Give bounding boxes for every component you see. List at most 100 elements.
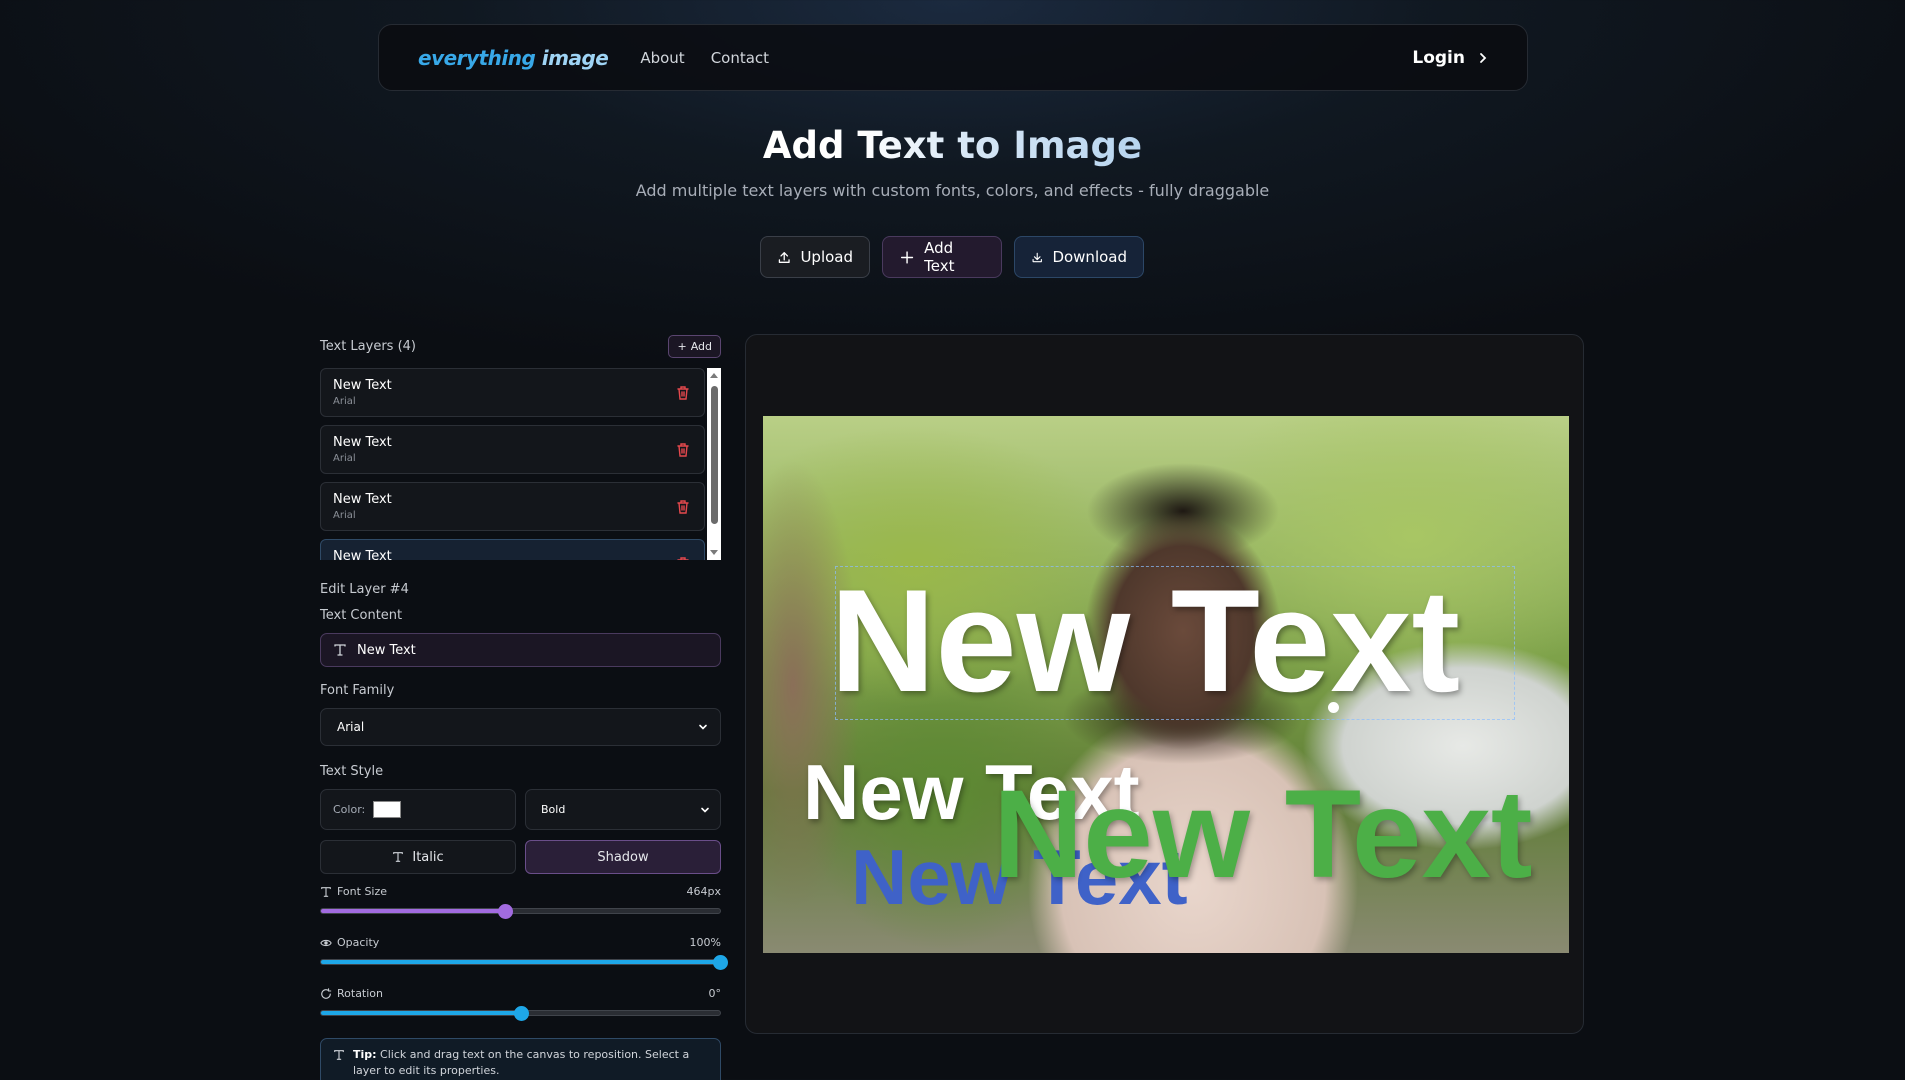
italic-toggle[interactable]: Italic (320, 840, 516, 874)
editor-panel: Text Layers (4) + Add New Text Arial New… (320, 334, 728, 1080)
add-layer-label: Add (690, 339, 712, 353)
tip-text: Tip: Click and drag text on the canvas t… (353, 1047, 708, 1079)
rotate-icon (321, 987, 332, 999)
login-button[interactable]: Login (1412, 48, 1489, 68)
chevron-down-icon (701, 807, 709, 813)
chevron-down-icon (699, 724, 707, 730)
trash-icon[interactable] (676, 556, 690, 560)
nav-link-about[interactable]: About (640, 49, 684, 67)
trash-icon[interactable] (676, 499, 690, 515)
plus-icon: + (677, 339, 687, 353)
eye-icon (320, 939, 332, 946)
page-subtitle: Add multiple text layers with custom fon… (635, 181, 1270, 200)
layers-scrollbar[interactable] (707, 368, 721, 560)
layer-item-3[interactable]: New Text Arial (320, 482, 705, 531)
layer-name: New Text (333, 492, 392, 507)
download-icon (1032, 252, 1042, 262)
opacity-value: 100% (689, 936, 721, 949)
rotation-label: Rotation (337, 987, 384, 1000)
tip-bold: Tip: (353, 1048, 377, 1061)
opacity-slider[interactable] (320, 955, 728, 970)
edit-layer-title: Edit Layer #4 (320, 582, 409, 597)
canvas-area: New Text New Text New Text New Text (745, 334, 1584, 1034)
text-icon (334, 1050, 344, 1060)
opacity-header: Opacity 100% (320, 936, 721, 949)
layer-font: Arial (333, 453, 356, 464)
font-size-thumb[interactable] (497, 904, 513, 919)
layer-name: New Text (333, 378, 392, 393)
text-size-icon (321, 886, 331, 897)
text-content-label: Text Content (320, 608, 403, 623)
opacity-label: Opacity (337, 936, 380, 949)
scroll-thumb[interactable] (711, 386, 718, 524)
trash-icon[interactable] (676, 442, 690, 458)
shadow-label: Shadow (597, 849, 649, 865)
layer-item-2[interactable]: New Text Arial (320, 425, 705, 474)
logo-part-2: image (541, 45, 609, 70)
rotation-slider[interactable] (320, 1006, 721, 1021)
scroll-down-icon[interactable] (710, 550, 718, 555)
text-style-label: Text Style (320, 764, 384, 779)
tip-body: Click and drag text on the canvas to rep… (353, 1048, 690, 1077)
rotation-fill (321, 1011, 521, 1015)
opacity-thumb[interactable] (713, 955, 728, 970)
upload-label: Upload (800, 248, 853, 266)
font-weight-select[interactable]: Bold (525, 789, 721, 830)
action-bar: Upload Add Text Download (760, 236, 1144, 278)
plus-icon (900, 250, 914, 264)
layer-name: New Text (333, 435, 392, 450)
rotate-handle[interactable] (1328, 702, 1339, 713)
download-label: Download (1052, 248, 1127, 266)
font-family-label: Font Family (320, 683, 395, 698)
font-size-fill (321, 909, 505, 913)
selection-box (835, 566, 1515, 720)
upload-button[interactable]: Upload (760, 236, 870, 278)
rotation-header: Rotation 0° (320, 987, 721, 1000)
font-size-label: Font Size (337, 885, 388, 898)
text-content-input[interactable]: New Text (320, 633, 721, 667)
font-size-value: 464px (686, 885, 722, 898)
italic-label: Italic (412, 849, 444, 865)
nav-link-contact[interactable]: Contact (711, 49, 769, 67)
page-title-part-1: Add (762, 124, 858, 167)
layer-font: Arial (333, 510, 356, 521)
download-button[interactable]: Download (1014, 236, 1144, 278)
font-size-header: Font Size 464px (320, 885, 721, 898)
color-label: Color: (333, 803, 366, 816)
layer-name: New Text (333, 549, 392, 560)
image-canvas[interactable]: New Text New Text New Text New Text (763, 416, 1569, 953)
text-icon (334, 644, 346, 656)
trash-icon[interactable] (676, 385, 690, 401)
layer-item-4[interactable]: New Text Arial (320, 539, 705, 560)
layers-list[interactable]: New Text Arial New Text Arial New Text A… (320, 368, 721, 560)
shadow-toggle[interactable]: Shadow (525, 840, 721, 874)
font-family-select[interactable]: Arial (320, 708, 721, 746)
add-text-label: Add Text (924, 239, 955, 275)
layer-item-1[interactable]: New Text Arial (320, 368, 705, 417)
add-layer-button[interactable]: + Add (668, 334, 721, 358)
tip-box: Tip: Click and drag text on the canvas t… (320, 1038, 721, 1080)
color-swatch[interactable] (373, 801, 402, 818)
font-weight-value: Bold (541, 803, 566, 816)
font-family-value: Arial (337, 720, 365, 734)
rotation-thumb[interactable] (513, 1006, 529, 1021)
layers-title: Text Layers (4) (320, 338, 416, 354)
upload-icon (778, 251, 790, 263)
font-size-slider[interactable] (320, 904, 721, 919)
canvas-text-layer-3[interactable]: New Text (993, 772, 1533, 897)
text-icon (393, 852, 404, 862)
rotation-value: 0° (708, 987, 722, 1000)
color-picker[interactable]: Color: (320, 789, 516, 830)
chevron-right-icon (1480, 52, 1487, 63)
logo[interactable]: everything image (418, 45, 609, 70)
scroll-up-icon[interactable] (710, 373, 718, 378)
opacity-fill (321, 960, 720, 964)
style-row: Color: Bold (320, 789, 721, 830)
login-label: Login (1412, 47, 1465, 68)
add-text-button[interactable]: Add Text (882, 236, 1002, 278)
layers-header: Text Layers (4) + Add (320, 334, 721, 358)
top-navbar: everything image About Contact Login (378, 24, 1528, 91)
layer-font: Arial (333, 396, 356, 407)
toggle-row: Italic Shadow (320, 840, 721, 874)
page-title-part-2: Text to Image (857, 124, 1143, 167)
